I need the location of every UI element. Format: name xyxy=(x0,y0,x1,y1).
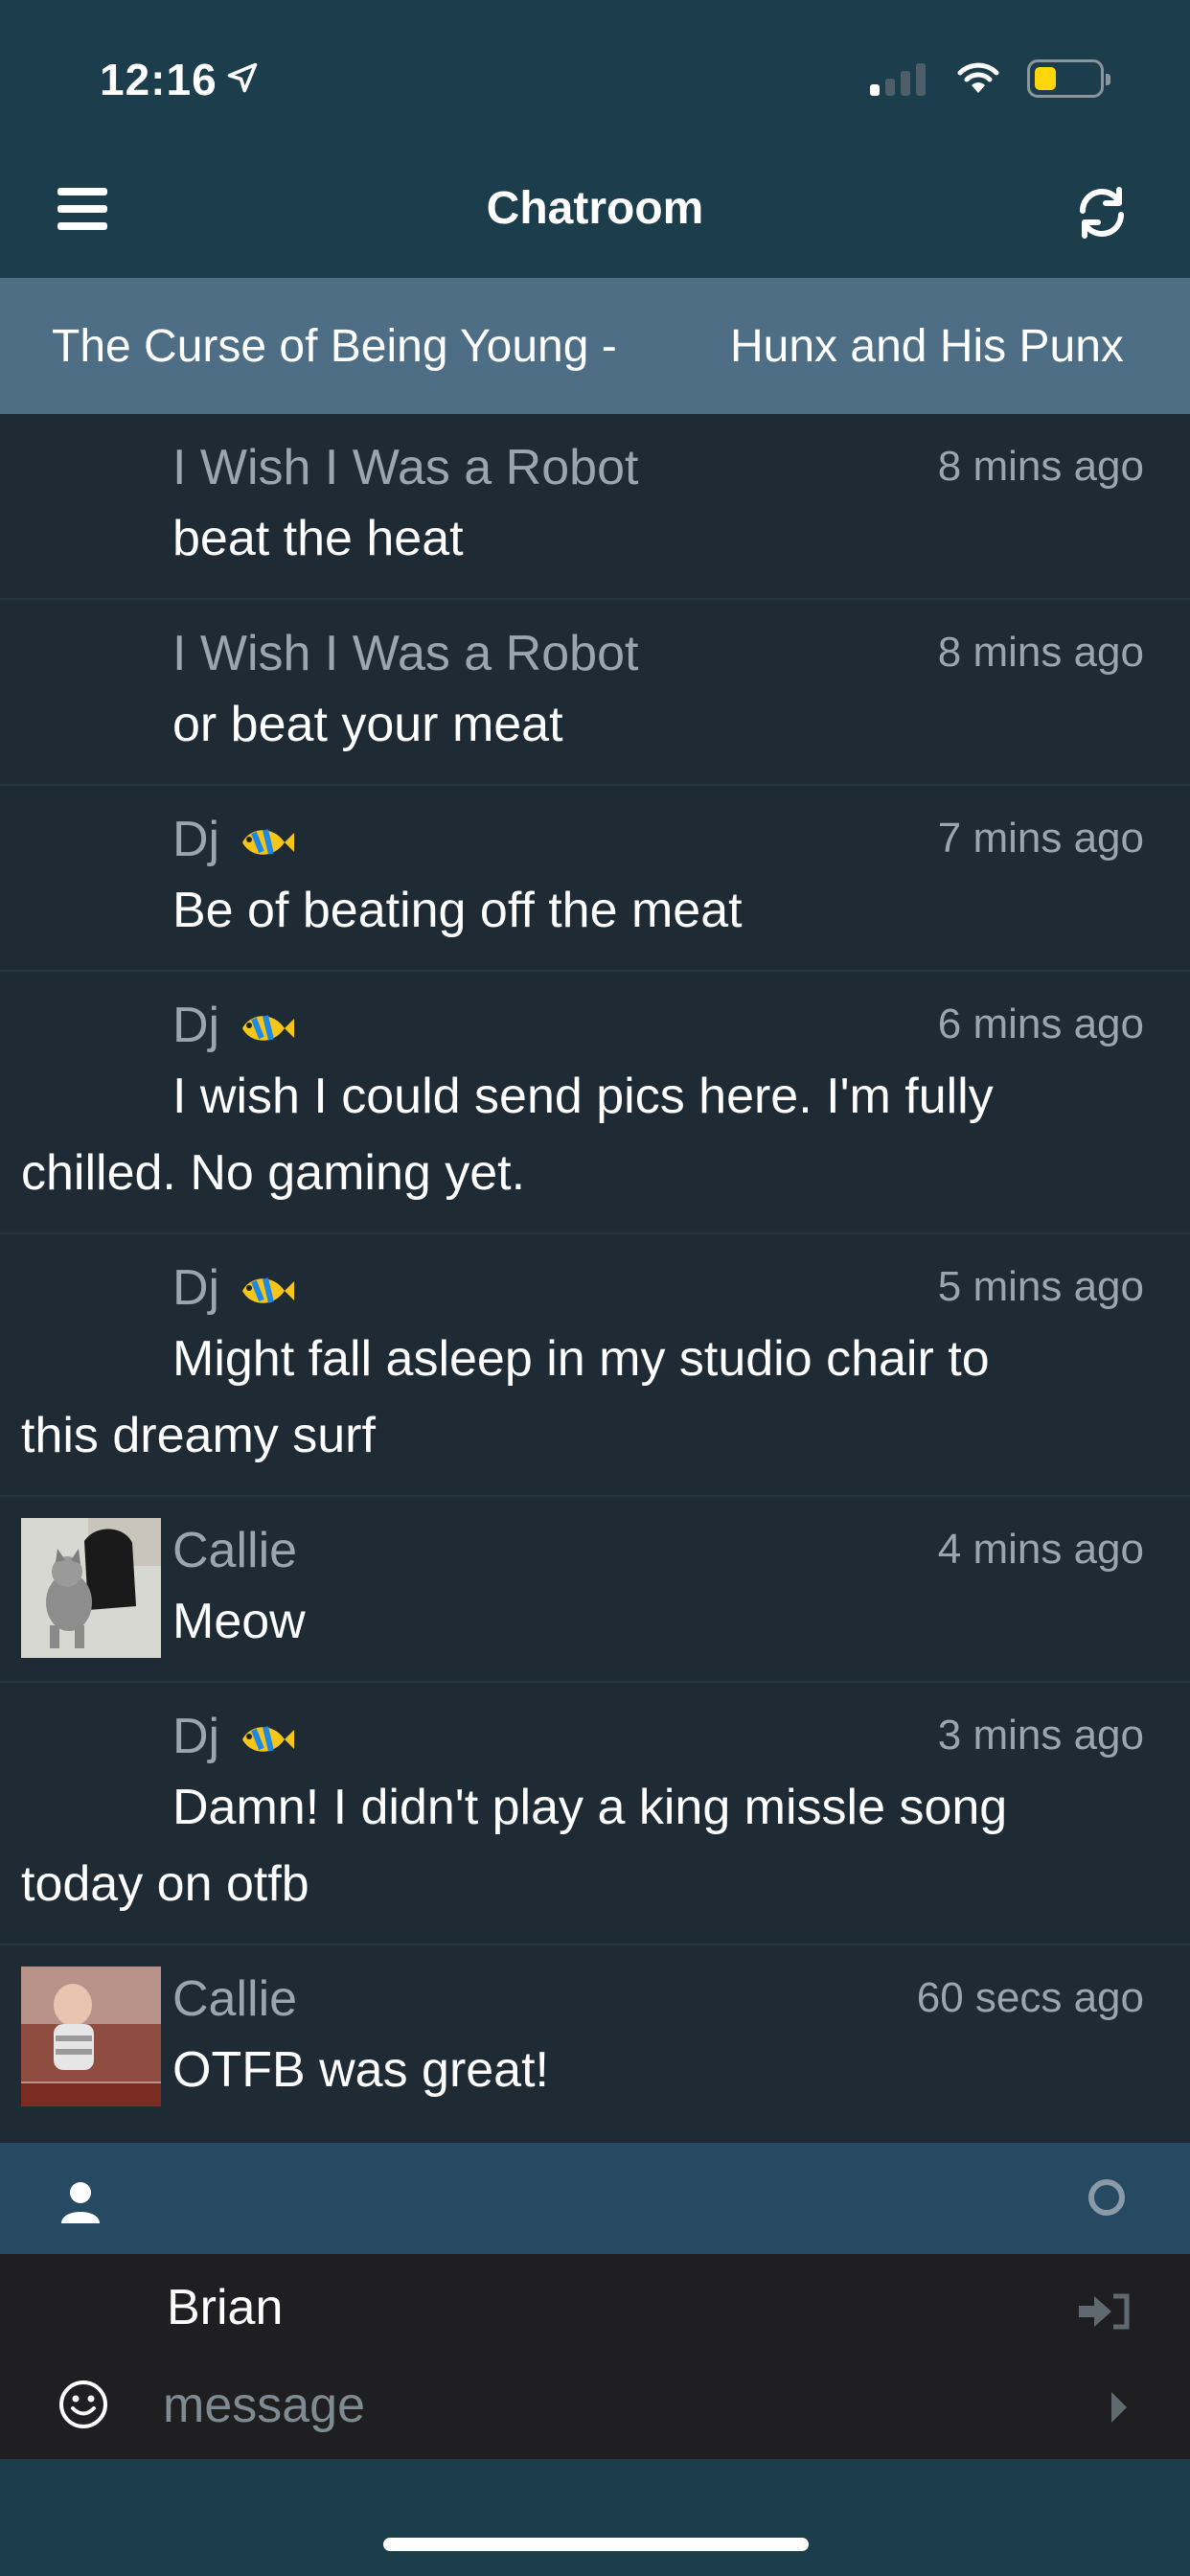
message-text: Might fall asleep in my studio chair to xyxy=(172,1331,990,1387)
now-playing-artist: Hunx and His Punx xyxy=(730,321,1124,372)
message-text: OTFB was great! xyxy=(172,2042,549,2098)
login-icon[interactable] xyxy=(1077,2292,1131,2331)
wifi-icon xyxy=(956,59,1000,98)
cellular-signal-icon xyxy=(870,61,929,96)
user-bar xyxy=(0,2143,1190,2254)
message-user[interactable]: Dj xyxy=(172,1259,296,1317)
person-icon[interactable] xyxy=(59,2181,102,2225)
message-text: Meow xyxy=(172,1594,306,1649)
message-user[interactable]: Dj xyxy=(172,1708,296,1765)
message-username[interactable]: Callie xyxy=(172,1970,297,2028)
message-text: beat the heat xyxy=(172,511,464,566)
tropical-fish-icon xyxy=(242,1015,295,1042)
page-title: Chatroom xyxy=(486,183,704,234)
message-time: 4 mins ago xyxy=(937,1526,1144,1573)
message-user[interactable]: Dj xyxy=(172,997,296,1054)
message-username: Dj xyxy=(172,998,220,1053)
battery-low-icon xyxy=(1027,59,1110,98)
message-time: 8 mins ago xyxy=(937,629,1144,676)
name-field[interactable]: Brian xyxy=(167,2279,283,2336)
message-time: 7 mins ago xyxy=(937,815,1144,862)
message-username: Dj xyxy=(172,1260,220,1316)
app-header: 12:16 Chatroom xyxy=(0,0,1190,278)
message-list[interactable]: I Wish I Was a Robot 8 mins ago beat the… xyxy=(0,414,1190,2143)
list-item: Dj 3 mins ago Damn! I didn't play a king… xyxy=(0,1683,1190,1945)
location-arrow-icon xyxy=(225,54,260,105)
message-time: 6 mins ago xyxy=(937,1000,1144,1047)
message-username[interactable]: Callie xyxy=(172,1522,297,1579)
list-item: Callie 4 mins ago Meow xyxy=(0,1497,1190,1683)
home-indicator[interactable] xyxy=(383,2538,809,2551)
composer: Brian xyxy=(0,2254,1190,2459)
message-text: Be of beating off the meat xyxy=(172,883,743,938)
message-text: or beat your meat xyxy=(172,697,563,752)
list-item: Dj 5 mins ago Might fall asleep in my st… xyxy=(0,1234,1190,1497)
tropical-fish-icon xyxy=(242,1726,295,1753)
message-text-continued: this dreamy surf xyxy=(21,1408,376,1463)
status-circle-icon[interactable] xyxy=(1088,2179,1125,2216)
bottom-bar xyxy=(0,2459,1190,2576)
message-text-continued: today on otfb xyxy=(21,1856,309,1912)
message-time: 3 mins ago xyxy=(937,1712,1144,1759)
tropical-fish-icon xyxy=(242,1277,295,1304)
message-time: 5 mins ago xyxy=(937,1263,1144,1310)
message-username: Dj xyxy=(172,812,220,867)
send-icon[interactable] xyxy=(1110,2390,1129,2425)
status-time: 12:16 xyxy=(100,54,260,105)
list-item: I Wish I Was a Robot 8 mins ago beat the… xyxy=(0,414,1190,600)
message-text: I wish I could send pics here. I'm fully xyxy=(172,1069,994,1124)
cat-photo-avatar[interactable] xyxy=(21,1518,161,1658)
list-item: Callie 60 secs ago OTFB was great! xyxy=(0,1945,1190,2143)
tropical-fish-icon xyxy=(242,829,295,856)
list-item: I Wish I Was a Robot 8 mins ago or beat … xyxy=(0,600,1190,786)
message-time: 60 secs ago xyxy=(916,1974,1144,2021)
message-text: Damn! I didn't play a king missle song xyxy=(172,1780,1008,1835)
refresh-icon[interactable] xyxy=(1071,182,1133,243)
smiley-icon[interactable] xyxy=(57,2379,109,2430)
message-username[interactable]: I Wish I Was a Robot xyxy=(172,625,638,682)
message-username[interactable]: I Wish I Was a Robot xyxy=(172,439,638,496)
message-time: 8 mins ago xyxy=(937,443,1144,490)
message-text-continued: chilled. No gaming yet. xyxy=(21,1145,526,1201)
baby-photo-avatar[interactable] xyxy=(21,1966,161,2106)
now-playing-song: The Curse of Being Young - xyxy=(52,321,617,372)
message-user[interactable]: Dj xyxy=(172,811,296,868)
message-username: Dj xyxy=(172,1709,220,1764)
message-input[interactable] xyxy=(163,2367,1025,2444)
list-item: Dj 6 mins ago I wish I could send pics h… xyxy=(0,972,1190,1234)
now-playing-bar[interactable]: The Curse of Being Young - Hunx and His … xyxy=(0,278,1190,414)
list-item: Dj 7 mins ago Be of beating off the meat xyxy=(0,786,1190,972)
